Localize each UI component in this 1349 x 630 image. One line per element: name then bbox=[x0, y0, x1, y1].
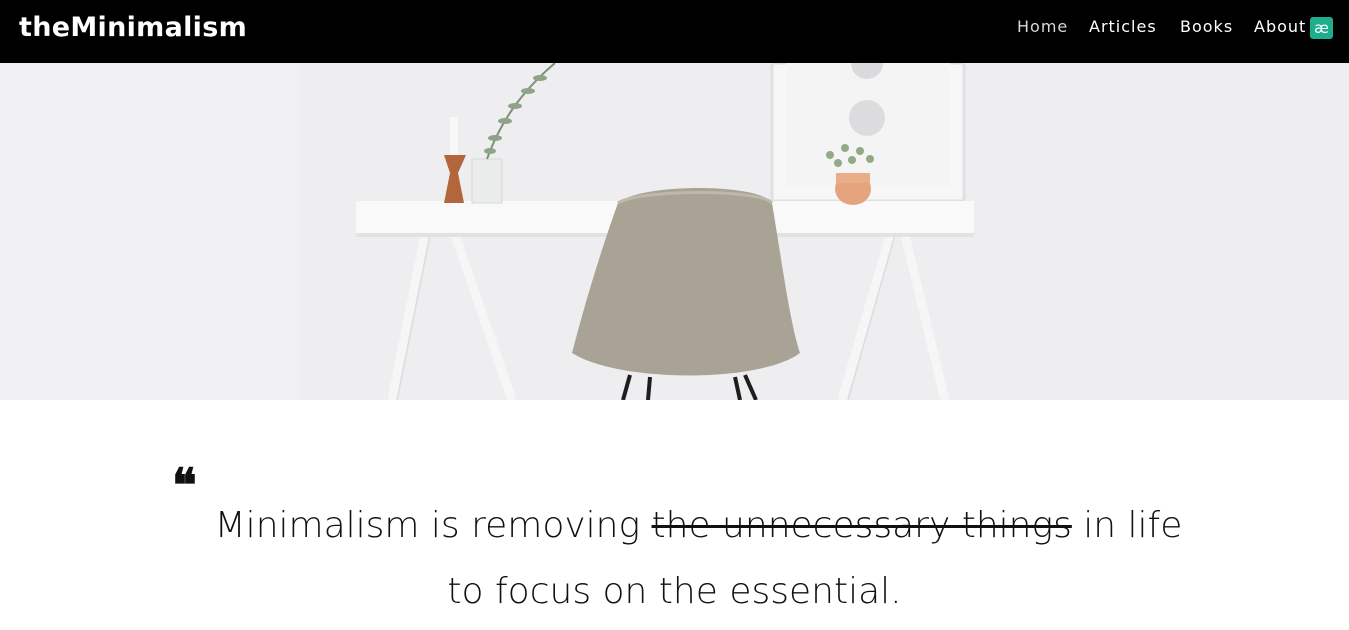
quote-struck-text: the unnecessary things bbox=[651, 505, 1072, 546]
nav-link-articles[interactable]: Articles bbox=[1089, 17, 1157, 36]
main-nav: Home Articles Books About bbox=[0, 17, 1349, 41]
quote-line-1: Minimalism is removing the unnecessary t… bbox=[0, 505, 1349, 546]
nav-link-home[interactable]: Home bbox=[1017, 17, 1068, 36]
quote-text-before: Minimalism is removing bbox=[214, 505, 652, 546]
quote-mark-icon: ❝ bbox=[172, 458, 197, 512]
extension-badge-icon[interactable]: æ bbox=[1310, 17, 1333, 39]
top-navbar: theMinimalism Home Articles Books About … bbox=[0, 0, 1349, 63]
nav-link-books[interactable]: Books bbox=[1180, 17, 1233, 36]
quote-line-2: to focus on the essential. bbox=[447, 571, 902, 612]
desk-chair-illustration bbox=[0, 63, 1349, 400]
quote-text-after: in life bbox=[1071, 505, 1183, 546]
nav-link-about[interactable]: About bbox=[1254, 17, 1306, 36]
hero-image bbox=[0, 63, 1349, 400]
